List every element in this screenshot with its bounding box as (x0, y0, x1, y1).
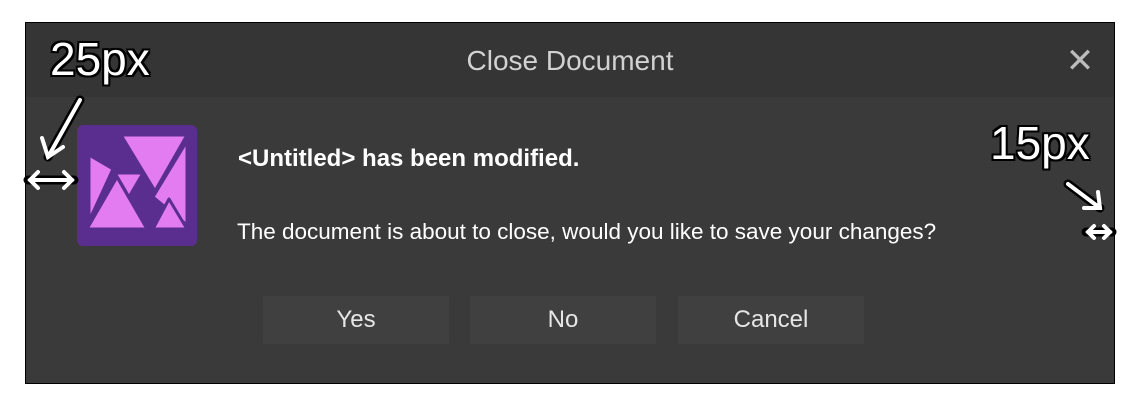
left-margin-annotation: 25px (50, 33, 150, 85)
cancel-button[interactable]: Cancel (678, 296, 864, 344)
close-icon[interactable]: ✕ (1060, 41, 1100, 81)
dialog-message: The document is about to close, would yo… (237, 219, 937, 244)
document-name: <Untitled> (238, 145, 356, 172)
yes-button[interactable]: Yes (263, 296, 449, 344)
affinity-photo-icon (77, 125, 197, 246)
dialog-titlebar: Close Document ✕ (26, 23, 1114, 97)
right-margin-annotation: 15px (990, 117, 1090, 169)
close-document-dialog: Close Document ✕ <Untitled> has been mod… (25, 22, 1115, 384)
dialog-title: Close Document (466, 45, 674, 76)
heading-text: has been modified. (355, 145, 580, 172)
no-button[interactable]: No (470, 296, 656, 344)
dialog-heading: <Untitled> has been modified. (238, 145, 579, 173)
